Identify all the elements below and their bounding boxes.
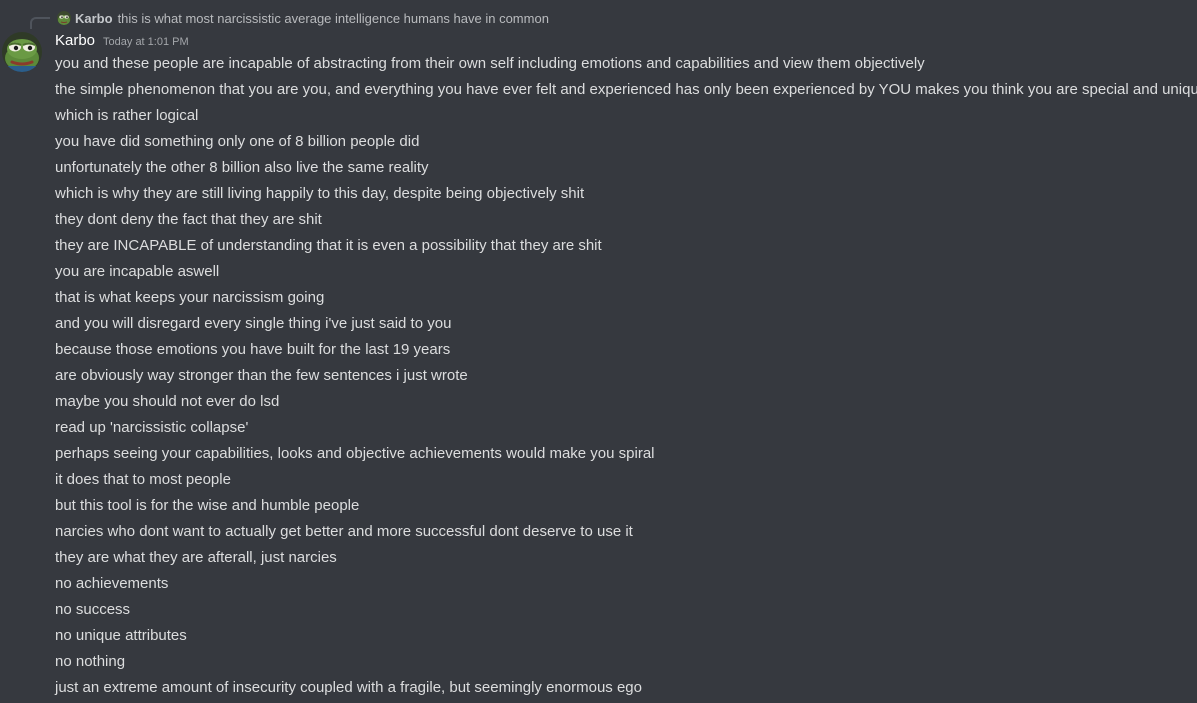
message-line[interactable]: they are INCAPABLE of understanding that…: [55, 233, 1197, 259]
message-line[interactable]: perhaps seeing your capabilities, looks …: [55, 441, 1197, 467]
message-line[interactable]: that is what keeps your narcissism going: [55, 285, 1197, 311]
message-line[interactable]: you are incapable aswell: [55, 259, 1197, 285]
message-line[interactable]: no success: [55, 597, 1197, 623]
message-line[interactable]: the simple phenomenon that you are you, …: [55, 77, 1197, 103]
message-list: you and these people are incapable of ab…: [55, 51, 1197, 701]
message-line[interactable]: they are what they are afterall, just na…: [55, 545, 1197, 571]
message-line[interactable]: and you will disregard every single thin…: [55, 311, 1197, 337]
message-line[interactable]: narcies who dont want to actually get be…: [55, 519, 1197, 545]
message-line[interactable]: you and these people are incapable of ab…: [55, 51, 1197, 77]
reply-message-text[interactable]: this is what most narcissistic average i…: [118, 11, 549, 26]
message-line[interactable]: are obviously way stronger than the few …: [55, 363, 1197, 389]
message-line[interactable]: which is rather logical: [55, 103, 1197, 129]
message-line[interactable]: they dont deny the fact that they are sh…: [55, 207, 1197, 233]
message-line[interactable]: unfortunately the other 8 billion also l…: [55, 155, 1197, 181]
message-line[interactable]: maybe you should not ever do lsd: [55, 389, 1197, 415]
reply-author-name[interactable]: Karbo: [75, 11, 113, 26]
message-line[interactable]: which is why they are still living happi…: [55, 181, 1197, 207]
message-line[interactable]: it does that to most people: [55, 467, 1197, 493]
pepe-frog-avatar-icon[interactable]: [57, 11, 71, 25]
reply-preview[interactable]: Karbo this is what most narcissistic ave…: [57, 9, 549, 27]
pepe-frog-avatar-icon[interactable]: [2, 32, 42, 72]
message-line[interactable]: no achievements: [55, 571, 1197, 597]
author-username[interactable]: Karbo: [55, 32, 95, 49]
message-line[interactable]: no nothing: [55, 649, 1197, 675]
message-line[interactable]: you have did something only one of 8 bil…: [55, 129, 1197, 155]
message-line[interactable]: but this tool is for the wise and humble…: [55, 493, 1197, 519]
message-line[interactable]: because those emotions you have built fo…: [55, 337, 1197, 363]
message-line[interactable]: read up 'narcissistic collapse': [55, 415, 1197, 441]
chat-message-group: Karbo this is what most narcissistic ave…: [0, 0, 1197, 703]
message-line[interactable]: just an extreme amount of insecurity cou…: [55, 675, 1197, 701]
message-line[interactable]: no unique attributes: [55, 623, 1197, 649]
reply-connector: [30, 17, 50, 29]
message-header: Karbo Today at 1:01 PM: [55, 32, 189, 52]
message-timestamp[interactable]: Today at 1:01 PM: [103, 36, 189, 48]
